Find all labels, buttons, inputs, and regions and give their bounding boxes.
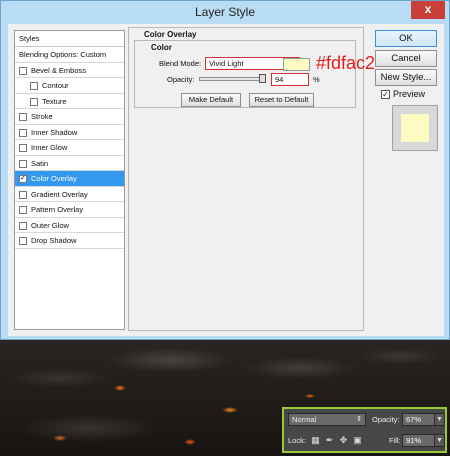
- layer-blend-mode-select[interactable]: Normal ⇕: [288, 413, 366, 426]
- layers-panel-strip: Normal ⇕ Opacity: 67% ▼ Lock: ▦ ✒ ✥ ▣ Fi…: [282, 407, 447, 453]
- opacity-slider-thumb[interactable]: [259, 74, 266, 83]
- styles-item[interactable]: Contour: [15, 78, 124, 94]
- style-label: Color Overlay: [31, 174, 77, 183]
- styles-item[interactable]: Outer Glow: [15, 218, 124, 233]
- layer-fill-input[interactable]: 91%: [402, 434, 435, 447]
- style-label: Inner Shadow: [31, 127, 78, 137]
- styles-list: Styles Blending Options: Custom Bevel & E…: [14, 30, 125, 330]
- style-label: Satin: [31, 158, 49, 168]
- opacity-input[interactable]: 94: [271, 73, 309, 86]
- styles-item[interactable]: ✓ Color Overlay: [15, 171, 124, 187]
- style-label: Contour: [42, 81, 69, 90]
- styles-item[interactable]: Gradient Overlay: [15, 187, 124, 202]
- dialog-title: Layer Style: [194, 5, 256, 19]
- style-label: Drop Shadow: [31, 236, 77, 245]
- style-label: Outer Glow: [31, 220, 69, 230]
- fill-label: Fill:: [389, 436, 401, 445]
- color-overlay-panel: Color Overlay Color Blend Mode: Vivid Li…: [128, 27, 375, 331]
- style-label: Pattern Overlay: [31, 205, 84, 214]
- transparency-lock-icon[interactable]: ▦: [311, 436, 320, 445]
- style-checkbox[interactable]: ✓: [19, 175, 27, 183]
- preview-label: Preview: [393, 89, 426, 99]
- style-checkbox[interactable]: [19, 237, 27, 245]
- blend-mode-value: Vivid Light: [209, 59, 244, 68]
- title-bar[interactable]: Layer Style x: [1, 1, 449, 23]
- styles-item[interactable]: Bevel & Emboss: [15, 63, 124, 78]
- styles-item[interactable]: Inner Shadow: [15, 125, 124, 140]
- style-checkbox[interactable]: [19, 113, 27, 121]
- styles-item[interactable]: Stroke: [15, 109, 124, 125]
- make-default-button[interactable]: Make Default: [181, 93, 241, 107]
- layer-style-dialog: Layer Style x Styles Blending Options: C…: [0, 0, 450, 340]
- preview-swatch: [401, 114, 429, 142]
- new-style-button[interactable]: New Style...: [375, 69, 437, 86]
- style-label: Texture: [42, 96, 67, 106]
- style-checkbox[interactable]: [19, 190, 27, 199]
- style-checkbox[interactable]: [19, 66, 27, 75]
- lock-label: Lock:: [288, 436, 306, 445]
- group-title: Color Overlay: [142, 30, 199, 39]
- blend-mode-label: Blend Mode:: [159, 59, 202, 68]
- layer-opacity-input[interactable]: 67%: [402, 413, 435, 426]
- styles-item[interactable]: Inner Glow: [15, 140, 124, 156]
- style-label: Gradient Overlay: [31, 189, 88, 199]
- style-checkbox[interactable]: [19, 128, 27, 137]
- brush-lock-icon[interactable]: ✒: [325, 436, 334, 445]
- style-preview: [392, 105, 438, 151]
- padlock-icon[interactable]: ▣: [353, 436, 362, 445]
- opacity-label: Opacity:: [167, 75, 195, 84]
- style-label: Blending Options: Custom: [19, 50, 107, 59]
- style-checkbox[interactable]: [19, 221, 27, 230]
- stepper-icon: ⇕: [356, 416, 362, 423]
- cancel-button[interactable]: Cancel: [375, 50, 437, 67]
- style-checkbox[interactable]: [30, 97, 38, 106]
- style-checkbox[interactable]: [19, 144, 27, 152]
- style-checkbox[interactable]: [19, 159, 27, 168]
- styles-item[interactable]: Pattern Overlay: [15, 202, 124, 218]
- ok-button[interactable]: OK: [375, 30, 437, 47]
- move-lock-icon[interactable]: ✥: [339, 436, 348, 445]
- styles-item[interactable]: Drop Shadow: [15, 233, 124, 249]
- style-label: Inner Glow: [31, 143, 68, 152]
- style-checkbox[interactable]: [30, 82, 38, 90]
- layer-blend-mode-value: Normal: [292, 415, 317, 424]
- layer-fill-dropdown[interactable]: ▼: [434, 434, 445, 447]
- preview-checkbox-row[interactable]: ✓ Preview: [381, 89, 426, 100]
- styles-header[interactable]: Styles: [15, 31, 124, 47]
- close-button[interactable]: x: [411, 1, 445, 19]
- overlay-color-swatch[interactable]: [283, 58, 310, 71]
- styles-items-container: Blending Options: Custom Bevel & Emboss Co…: [15, 47, 124, 249]
- opacity-unit: %: [313, 75, 320, 84]
- layer-opacity-label: Opacity:: [372, 415, 400, 424]
- dialog-body: Styles Blending Options: Custom Bevel & E…: [8, 24, 444, 336]
- reset-to-default-button[interactable]: Reset to Default: [249, 93, 314, 107]
- opacity-slider-track[interactable]: [199, 77, 263, 81]
- hex-annotation: #fdfac2: [316, 53, 376, 73]
- style-label: Stroke: [31, 112, 53, 121]
- styles-item[interactable]: Texture: [15, 94, 124, 109]
- color-subtitle: Color: [149, 43, 174, 52]
- styles-item[interactable]: Satin: [15, 156, 124, 171]
- style-label: Bevel & Emboss: [31, 65, 87, 75]
- layer-opacity-dropdown[interactable]: ▼: [434, 413, 445, 426]
- styles-item[interactable]: Blending Options: Custom: [15, 47, 124, 63]
- preview-checkbox[interactable]: ✓: [381, 90, 390, 100]
- style-checkbox[interactable]: [19, 206, 27, 214]
